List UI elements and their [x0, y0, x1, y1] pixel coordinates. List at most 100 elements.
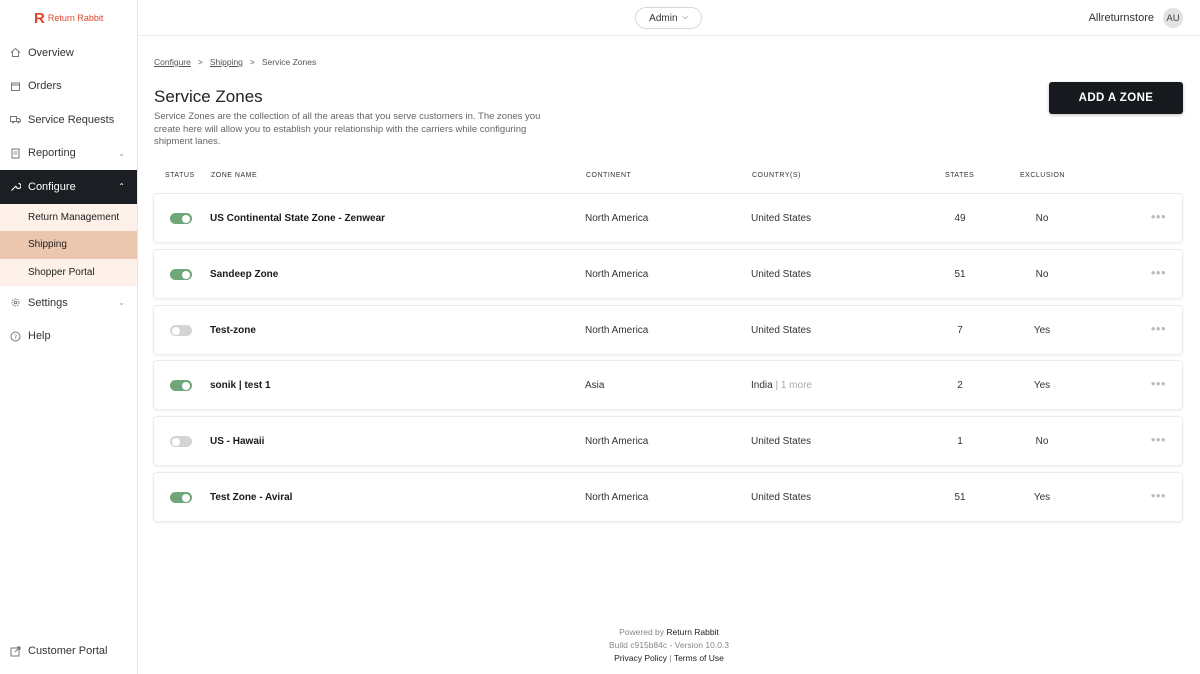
exclusion: No [1035, 269, 1049, 280]
continent: North America [585, 213, 649, 224]
column-header-status: STATUS [165, 172, 195, 179]
table-row[interactable]: sonik | test 1 Asia India | 1 more 2 Yes ••• [153, 360, 1183, 410]
more-options-icon[interactable]: ••• [1151, 488, 1166, 503]
logo[interactable]: R Return Rabbit [0, 0, 137, 36]
page-description: Service Zones are the collection of all … [154, 111, 541, 147]
country-name: United States [751, 269, 812, 280]
terms-of-use-link[interactable]: Terms of Use [674, 653, 724, 663]
continent: North America [585, 269, 649, 280]
sidebar-item-label: Orders [28, 80, 62, 93]
sidebar-item-customer-portal[interactable]: Customer Portal [0, 635, 137, 669]
table-row[interactable]: Test-zone North America United States 7 Yes •… [153, 305, 1183, 355]
sidebar-item-help[interactable]: ? Help [0, 320, 137, 354]
column-header-zone-name: ZONE NAME [211, 172, 258, 179]
states-count: 51 [954, 492, 966, 503]
country: United States [751, 213, 811, 224]
zone-name[interactable]: Test-zone [210, 325, 256, 336]
help-icon: ? [10, 331, 21, 342]
exclusion: Yes [1033, 492, 1051, 503]
toggle-knob [182, 381, 190, 390]
add-zone-button[interactable]: ADD A ZONE [1049, 82, 1183, 114]
sidebar-item-label: Configure [28, 180, 76, 193]
table-row[interactable]: Sandeep Zone North America United States 51… [153, 249, 1183, 299]
country-name: United States [751, 325, 812, 336]
status-toggle[interactable] [170, 492, 192, 503]
states-count: 2 [957, 380, 963, 391]
sidebar-item-label: Customer Portal [28, 645, 108, 658]
table-row[interactable]: US Continental State Zone - Zenwear North… [153, 193, 1183, 243]
sidebar-item-label: Overview [28, 46, 74, 59]
sidebar-item-overview[interactable]: Overview [0, 36, 137, 70]
avatar[interactable]: AU [1163, 8, 1183, 28]
zone-name[interactable]: US - Hawaii [210, 436, 264, 447]
status-toggle[interactable] [170, 325, 192, 336]
breadcrumb-current: Service Zones [261, 57, 317, 67]
box-icon [10, 81, 21, 92]
zone-name[interactable]: Test Zone - Aviral [210, 492, 292, 503]
chevron-up-icon: ⌃ [118, 182, 125, 192]
zone-name[interactable]: sonik | test 1 [210, 380, 271, 391]
more-options-icon[interactable]: ••• [1151, 321, 1166, 336]
exclusion: Yes [1033, 325, 1051, 336]
toggle-knob [182, 493, 190, 502]
svg-text:?: ? [14, 334, 17, 341]
states-count: 7 [957, 325, 963, 336]
chevron-down-icon: ⌄ [118, 298, 125, 308]
country: United States [751, 325, 811, 336]
status-toggle[interactable] [170, 269, 192, 280]
role-select-value: Admin [649, 12, 678, 24]
zone-name[interactable]: Sandeep Zone [210, 269, 278, 280]
sidebar-subitem-return-management[interactable]: Return Management [0, 203, 137, 231]
external-link-icon [10, 646, 21, 657]
country: India | 1 more [751, 380, 812, 391]
more-options-icon[interactable]: ••• [1151, 432, 1166, 447]
states-count: 1 [957, 436, 963, 447]
continent: North America [585, 436, 649, 447]
status-toggle[interactable] [170, 213, 192, 224]
footer-brand: Return Rabbit [666, 627, 719, 637]
breadcrumb-separator: > [197, 57, 203, 67]
gear-icon [10, 297, 21, 308]
sidebar-item-label: Service Requests [28, 113, 115, 126]
zone-name[interactable]: US Continental State Zone - Zenwear [210, 213, 385, 224]
sidebar-item-settings[interactable]: Settings ⌄ [0, 286, 137, 320]
toggle-knob [172, 326, 180, 335]
breadcrumb: Configure > Shipping > Service Zones [154, 57, 316, 67]
states-count: 51 [954, 269, 966, 280]
privacy-policy-link[interactable]: Privacy Policy [614, 653, 667, 663]
sidebar-item-label: Reporting [28, 147, 76, 160]
sidebar-item-label: Help [28, 330, 51, 343]
exclusion: Yes [1033, 380, 1051, 391]
breadcrumb-shipping[interactable]: Shipping [210, 57, 243, 67]
chevron-down-icon: ⌄ [118, 148, 125, 158]
store-name[interactable]: Allreturnstore [1089, 12, 1154, 24]
sidebar-item-configure[interactable]: Configure ⌃ [0, 170, 137, 204]
country-more[interactable]: | 1 more [775, 380, 812, 391]
truck-icon [10, 114, 21, 125]
more-options-icon[interactable]: ••• [1151, 376, 1166, 391]
country-name: United States [751, 436, 812, 447]
status-toggle[interactable] [170, 436, 192, 447]
more-options-icon[interactable]: ••• [1151, 209, 1166, 224]
role-select[interactable]: Admin ⌵ [635, 7, 702, 29]
column-header-continent: CONTINENT [586, 172, 632, 179]
continent: North America [585, 325, 649, 336]
country: United States [751, 269, 811, 280]
sidebar-item-orders[interactable]: Orders [0, 70, 137, 104]
status-toggle[interactable] [170, 380, 192, 391]
sidebar-subitem-shipping[interactable]: Shipping [0, 231, 137, 259]
continent: Asia [585, 380, 605, 391]
footer-build: Build c915b84c - Version 10.0.3 [608, 640, 730, 650]
more-options-icon[interactable]: ••• [1151, 265, 1166, 280]
sidebar-item-service-requests[interactable]: Service Requests [0, 103, 137, 137]
topbar: Admin ⌵ Allreturnstore AU [138, 0, 1200, 36]
table-row[interactable]: US - Hawaii North America United States 1 No… [153, 416, 1183, 466]
breadcrumb-configure[interactable]: Configure [154, 57, 191, 67]
wrench-icon [10, 181, 21, 192]
sidebar-item-reporting[interactable]: Reporting ⌄ [0, 137, 137, 171]
table-row[interactable]: Test Zone - Aviral North America United St… [153, 472, 1183, 522]
logo-mark: R [34, 9, 45, 27]
sidebar-subitem-shopper-portal[interactable]: Shopper Portal [0, 258, 137, 286]
exclusion: No [1035, 436, 1049, 447]
states-count: 49 [954, 213, 966, 224]
